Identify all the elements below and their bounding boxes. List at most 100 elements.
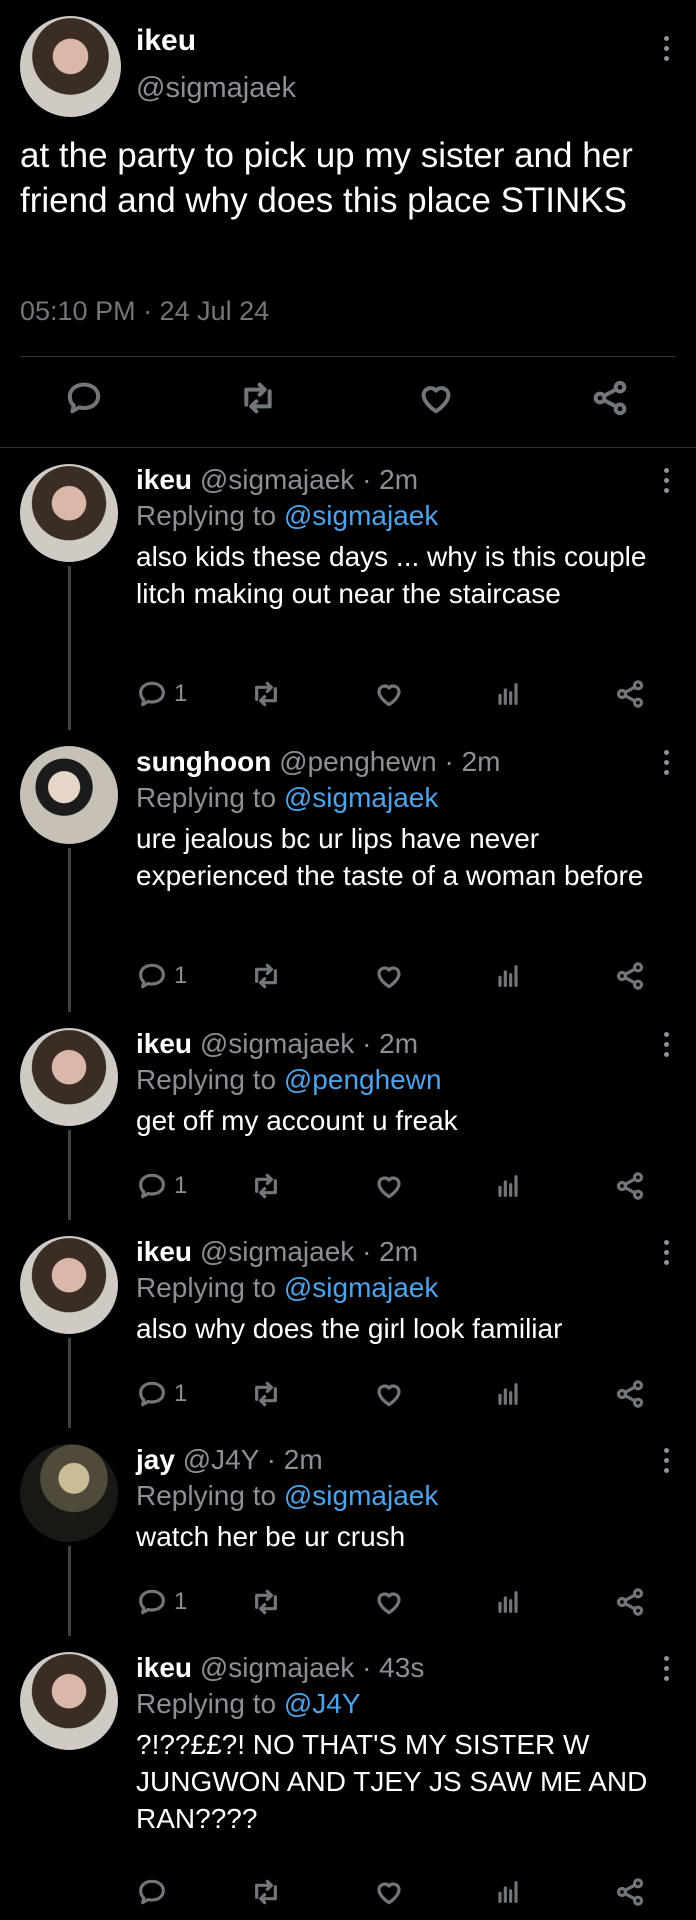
mention-link[interactable]: @sigmajaek (284, 500, 438, 531)
analytics-icon[interactable] (492, 1170, 524, 1202)
analytics-icon[interactable] (492, 960, 524, 992)
thread-line (68, 1130, 71, 1220)
reply-button[interactable]: 1 (136, 1378, 187, 1410)
mention-link[interactable]: @penghewn (284, 1064, 442, 1095)
reply-button[interactable]: 1 (136, 1170, 187, 1202)
display-name[interactable]: ikeu (136, 464, 192, 495)
retweet-icon[interactable] (250, 960, 282, 992)
user-handle[interactable]: @sigmajaek (136, 72, 296, 105)
display-name[interactable]: ikeu (136, 1652, 192, 1683)
reply-actions: 1 (136, 1378, 676, 1418)
thread-line (68, 566, 71, 730)
thread-line (68, 1338, 71, 1428)
replying-to: Replying to @sigmajaek (136, 1480, 438, 1512)
avatar[interactable] (20, 1652, 118, 1750)
like-icon[interactable] (373, 1876, 405, 1908)
replying-to: Replying to @J4Y (136, 1688, 361, 1720)
user-handle[interactable]: @sigmajaek · 2m (200, 1236, 418, 1267)
reply-tweet[interactable]: ikeu @sigmajaek · 2m Replying to @sigmaj… (0, 1220, 696, 1428)
retweet-icon[interactable] (250, 678, 282, 710)
display-name[interactable]: ikeu (136, 1028, 192, 1059)
analytics-icon[interactable] (492, 678, 524, 710)
share-icon[interactable] (614, 1378, 646, 1410)
reply-actions: 1 (136, 1170, 676, 1210)
reply-tweet[interactable]: ikeu @sigmajaek · 2m Replying to @sigmaj… (0, 448, 696, 730)
share-icon[interactable] (590, 378, 630, 423)
like-icon[interactable] (416, 378, 456, 423)
retweet-icon[interactable] (250, 1876, 282, 1908)
analytics-icon[interactable] (492, 1586, 524, 1618)
share-icon[interactable] (614, 1586, 646, 1618)
reply-count: 1 (174, 680, 188, 707)
avatar[interactable] (20, 1444, 118, 1542)
user-handle[interactable]: @penghewn · 2m (279, 746, 500, 777)
share-icon[interactable] (614, 960, 646, 992)
more-icon[interactable] (662, 1448, 670, 1473)
replying-to-label: Replying to (136, 1272, 284, 1303)
reply-tweet[interactable]: ikeu @sigmajaek · 43s Replying to @J4Y ?… (0, 1636, 696, 1920)
replying-to: Replying to @penghewn (136, 1064, 442, 1096)
avatar[interactable] (20, 746, 118, 844)
display-name[interactable]: sunghoon (136, 746, 271, 777)
like-icon[interactable] (373, 1378, 405, 1410)
like-icon[interactable] (373, 960, 405, 992)
divider (20, 356, 676, 357)
reply-tweet[interactable]: ikeu @sigmajaek · 2m Replying to @penghe… (0, 1012, 696, 1220)
reply-tweet[interactable]: jay @J4Y · 2m Replying to @sigmajaek wat… (0, 1428, 696, 1636)
display-name[interactable]: jay (136, 1444, 175, 1475)
more-icon[interactable] (662, 1656, 670, 1681)
mention-link[interactable]: @J4Y (284, 1688, 361, 1719)
reply-button[interactable]: 1 (136, 678, 187, 710)
reply-icon[interactable] (64, 378, 104, 423)
mention-link[interactable]: @sigmajaek (284, 1480, 438, 1511)
reply-actions: 1 (136, 678, 676, 718)
more-icon[interactable] (662, 750, 670, 775)
analytics-icon[interactable] (492, 1876, 524, 1908)
like-icon[interactable] (373, 678, 405, 710)
reply-text: also why does the girl look familiar (136, 1313, 563, 1344)
reply-header: ikeu @sigmajaek · 43s (136, 1652, 424, 1684)
avatar[interactable] (20, 16, 121, 117)
user-handle[interactable]: @sigmajaek · 2m (200, 464, 418, 495)
replying-to-label: Replying to (136, 1064, 284, 1095)
more-icon[interactable] (662, 1032, 670, 1057)
retweet-icon[interactable] (250, 1378, 282, 1410)
avatar[interactable] (20, 1236, 118, 1334)
reply-icon (139, 1589, 165, 1615)
reply-text: ?!??££?! NO THAT'S MY SISTER W JUNGWON A… (136, 1729, 648, 1834)
reply-button[interactable] (136, 1876, 174, 1908)
user-handle[interactable]: @J4Y · 2m (183, 1444, 323, 1475)
user-handle[interactable]: @sigmajaek · 2m (200, 1028, 418, 1059)
reply-icon (139, 1879, 165, 1905)
like-icon[interactable] (373, 1170, 405, 1202)
reply-header: jay @J4Y · 2m (136, 1444, 323, 1476)
mention-link[interactable]: @sigmajaek (284, 1272, 438, 1303)
avatar[interactable] (20, 464, 118, 562)
reply-tweet[interactable]: sunghoon @penghewn · 2m Replying to @sig… (0, 730, 696, 1012)
retweet-icon[interactable] (250, 1586, 282, 1618)
mention-link[interactable]: @sigmajaek (284, 782, 438, 813)
analytics-icon[interactable] (492, 1378, 524, 1410)
replying-to: Replying to @sigmajaek (136, 1272, 438, 1304)
share-icon[interactable] (614, 1170, 646, 1202)
retweet-icon[interactable] (250, 1170, 282, 1202)
tweet-timestamp[interactable]: 05:10 PM · 24 Jul 24 (20, 296, 269, 327)
avatar[interactable] (20, 1028, 118, 1126)
display-name[interactable]: ikeu (136, 1236, 192, 1267)
more-icon[interactable] (662, 468, 670, 493)
more-icon[interactable] (662, 1240, 670, 1265)
reply-button[interactable]: 1 (136, 960, 187, 992)
tweet-text: at the party to pick up my sister and he… (20, 136, 633, 220)
like-icon[interactable] (373, 1586, 405, 1618)
user-handle[interactable]: @sigmajaek · 43s (200, 1652, 425, 1683)
thread-line (68, 848, 71, 1012)
reply-button[interactable]: 1 (136, 1586, 187, 1618)
reply-count: 1 (174, 1380, 188, 1407)
retweet-icon[interactable] (238, 378, 278, 423)
share-icon[interactable] (614, 1876, 646, 1908)
more-icon[interactable] (662, 36, 670, 61)
reply-count: 1 (174, 962, 188, 989)
main-tweet: ikeu @sigmajaek at the party to pick up … (0, 0, 696, 448)
share-icon[interactable] (614, 678, 646, 710)
display-name[interactable]: ikeu (136, 24, 196, 58)
